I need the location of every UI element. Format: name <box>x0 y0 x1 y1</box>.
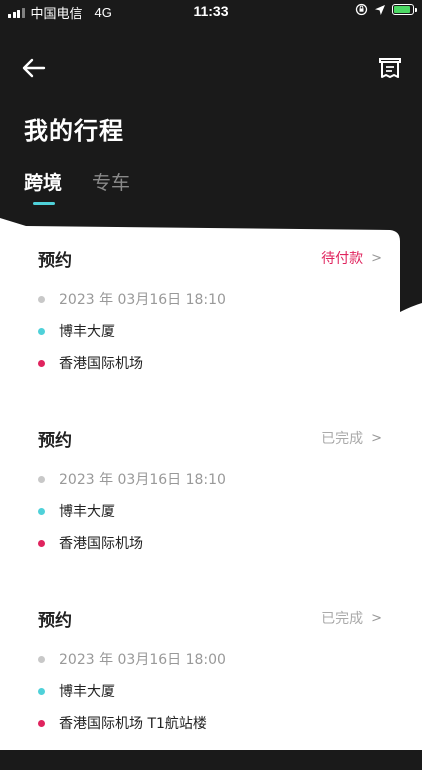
trip-time-row: 2023 年 03月16日 18:00 <box>38 649 226 669</box>
tab-label: 专车 <box>92 172 131 194</box>
status-label: 待付款 <box>321 251 364 267</box>
trip-time-row: 2023 年 03月16日 18:10 <box>38 469 226 489</box>
trip-origin: 博丰大厦 <box>59 504 115 520</box>
trip-time: 2023 年 03月16日 18:10 <box>59 292 226 308</box>
trip-destination-row: 香港国际机场 T1航站楼 <box>38 713 207 733</box>
status-bar: 中国电信 4G 11:33 <box>0 0 422 22</box>
status-label: 已完成 <box>321 611 364 627</box>
trip-list: 预约 待付款 > 2023 年 03月16日 18:10 博丰大厦 香港国际机场… <box>0 230 422 770</box>
tab-private-car[interactable]: 专车 <box>92 168 130 205</box>
origin-dot-icon <box>38 687 45 695</box>
trip-status[interactable]: 待付款 > <box>321 248 382 268</box>
status-label: 已完成 <box>321 431 364 447</box>
destination-dot-icon <box>38 719 45 727</box>
trip-type: 预约 <box>38 611 72 631</box>
trip-status[interactable]: 已完成 > <box>321 428 382 448</box>
time-dot-icon <box>38 655 45 663</box>
trip-destination: 香港国际机场 <box>59 356 143 372</box>
trip-time-row: 2023 年 03月16日 18:10 <box>38 289 226 309</box>
trip-status[interactable]: 已完成 > <box>321 608 382 628</box>
tab-label: 跨境 <box>24 172 63 194</box>
chevron-right-icon: > <box>371 610 382 626</box>
trip-destination-row: 香港国际机场 <box>38 353 143 373</box>
trip-type: 预约 <box>38 431 72 451</box>
trip-destination: 香港国际机场 T1航站楼 <box>59 716 207 732</box>
trip-type: 预约 <box>38 251 72 271</box>
origin-dot-icon <box>38 507 45 515</box>
tab-bar: 跨境 专车 <box>24 168 130 205</box>
destination-dot-icon <box>38 359 45 367</box>
trip-time: 2023 年 03月16日 18:00 <box>59 652 226 668</box>
trip-card[interactable]: 预约 待付款 > 2023 年 03月16日 18:10 博丰大厦 香港国际机场 <box>0 230 422 410</box>
trip-time: 2023 年 03月16日 18:10 <box>59 472 226 488</box>
receipt-button[interactable] <box>374 52 406 84</box>
time-dot-icon <box>38 295 45 303</box>
destination-dot-icon <box>38 539 45 547</box>
tab-cross-border[interactable]: 跨境 <box>24 168 62 205</box>
trip-origin-row: 博丰大厦 <box>38 681 115 701</box>
trip-origin: 博丰大厦 <box>59 324 115 340</box>
status-right <box>355 3 417 16</box>
trip-card[interactable]: 预约 已完成 > 2023 年 03月16日 18:00 博丰大厦 香港国际机场… <box>0 590 422 770</box>
page-title: 我的行程 <box>24 117 124 145</box>
arrow-left-icon <box>22 58 46 78</box>
trip-origin-row: 博丰大厦 <box>38 501 115 521</box>
trip-card[interactable]: 预约 已完成 > 2023 年 03月16日 18:10 博丰大厦 香港国际机场 <box>0 410 422 590</box>
trip-origin-row: 博丰大厦 <box>38 321 115 341</box>
trip-origin: 博丰大厦 <box>59 684 115 700</box>
tab-indicator <box>33 202 55 205</box>
origin-dot-icon <box>38 327 45 335</box>
receipt-icon <box>379 58 401 78</box>
battery-icon <box>392 4 417 15</box>
chevron-right-icon: > <box>371 430 382 446</box>
trip-destination: 香港国际机场 <box>59 536 143 552</box>
time-dot-icon <box>38 475 45 483</box>
location-arrow-icon <box>375 4 385 15</box>
rotation-lock-icon <box>355 3 368 16</box>
back-button[interactable] <box>18 52 52 84</box>
chevron-right-icon: > <box>371 250 382 266</box>
trip-destination-row: 香港国际机场 <box>38 533 143 553</box>
